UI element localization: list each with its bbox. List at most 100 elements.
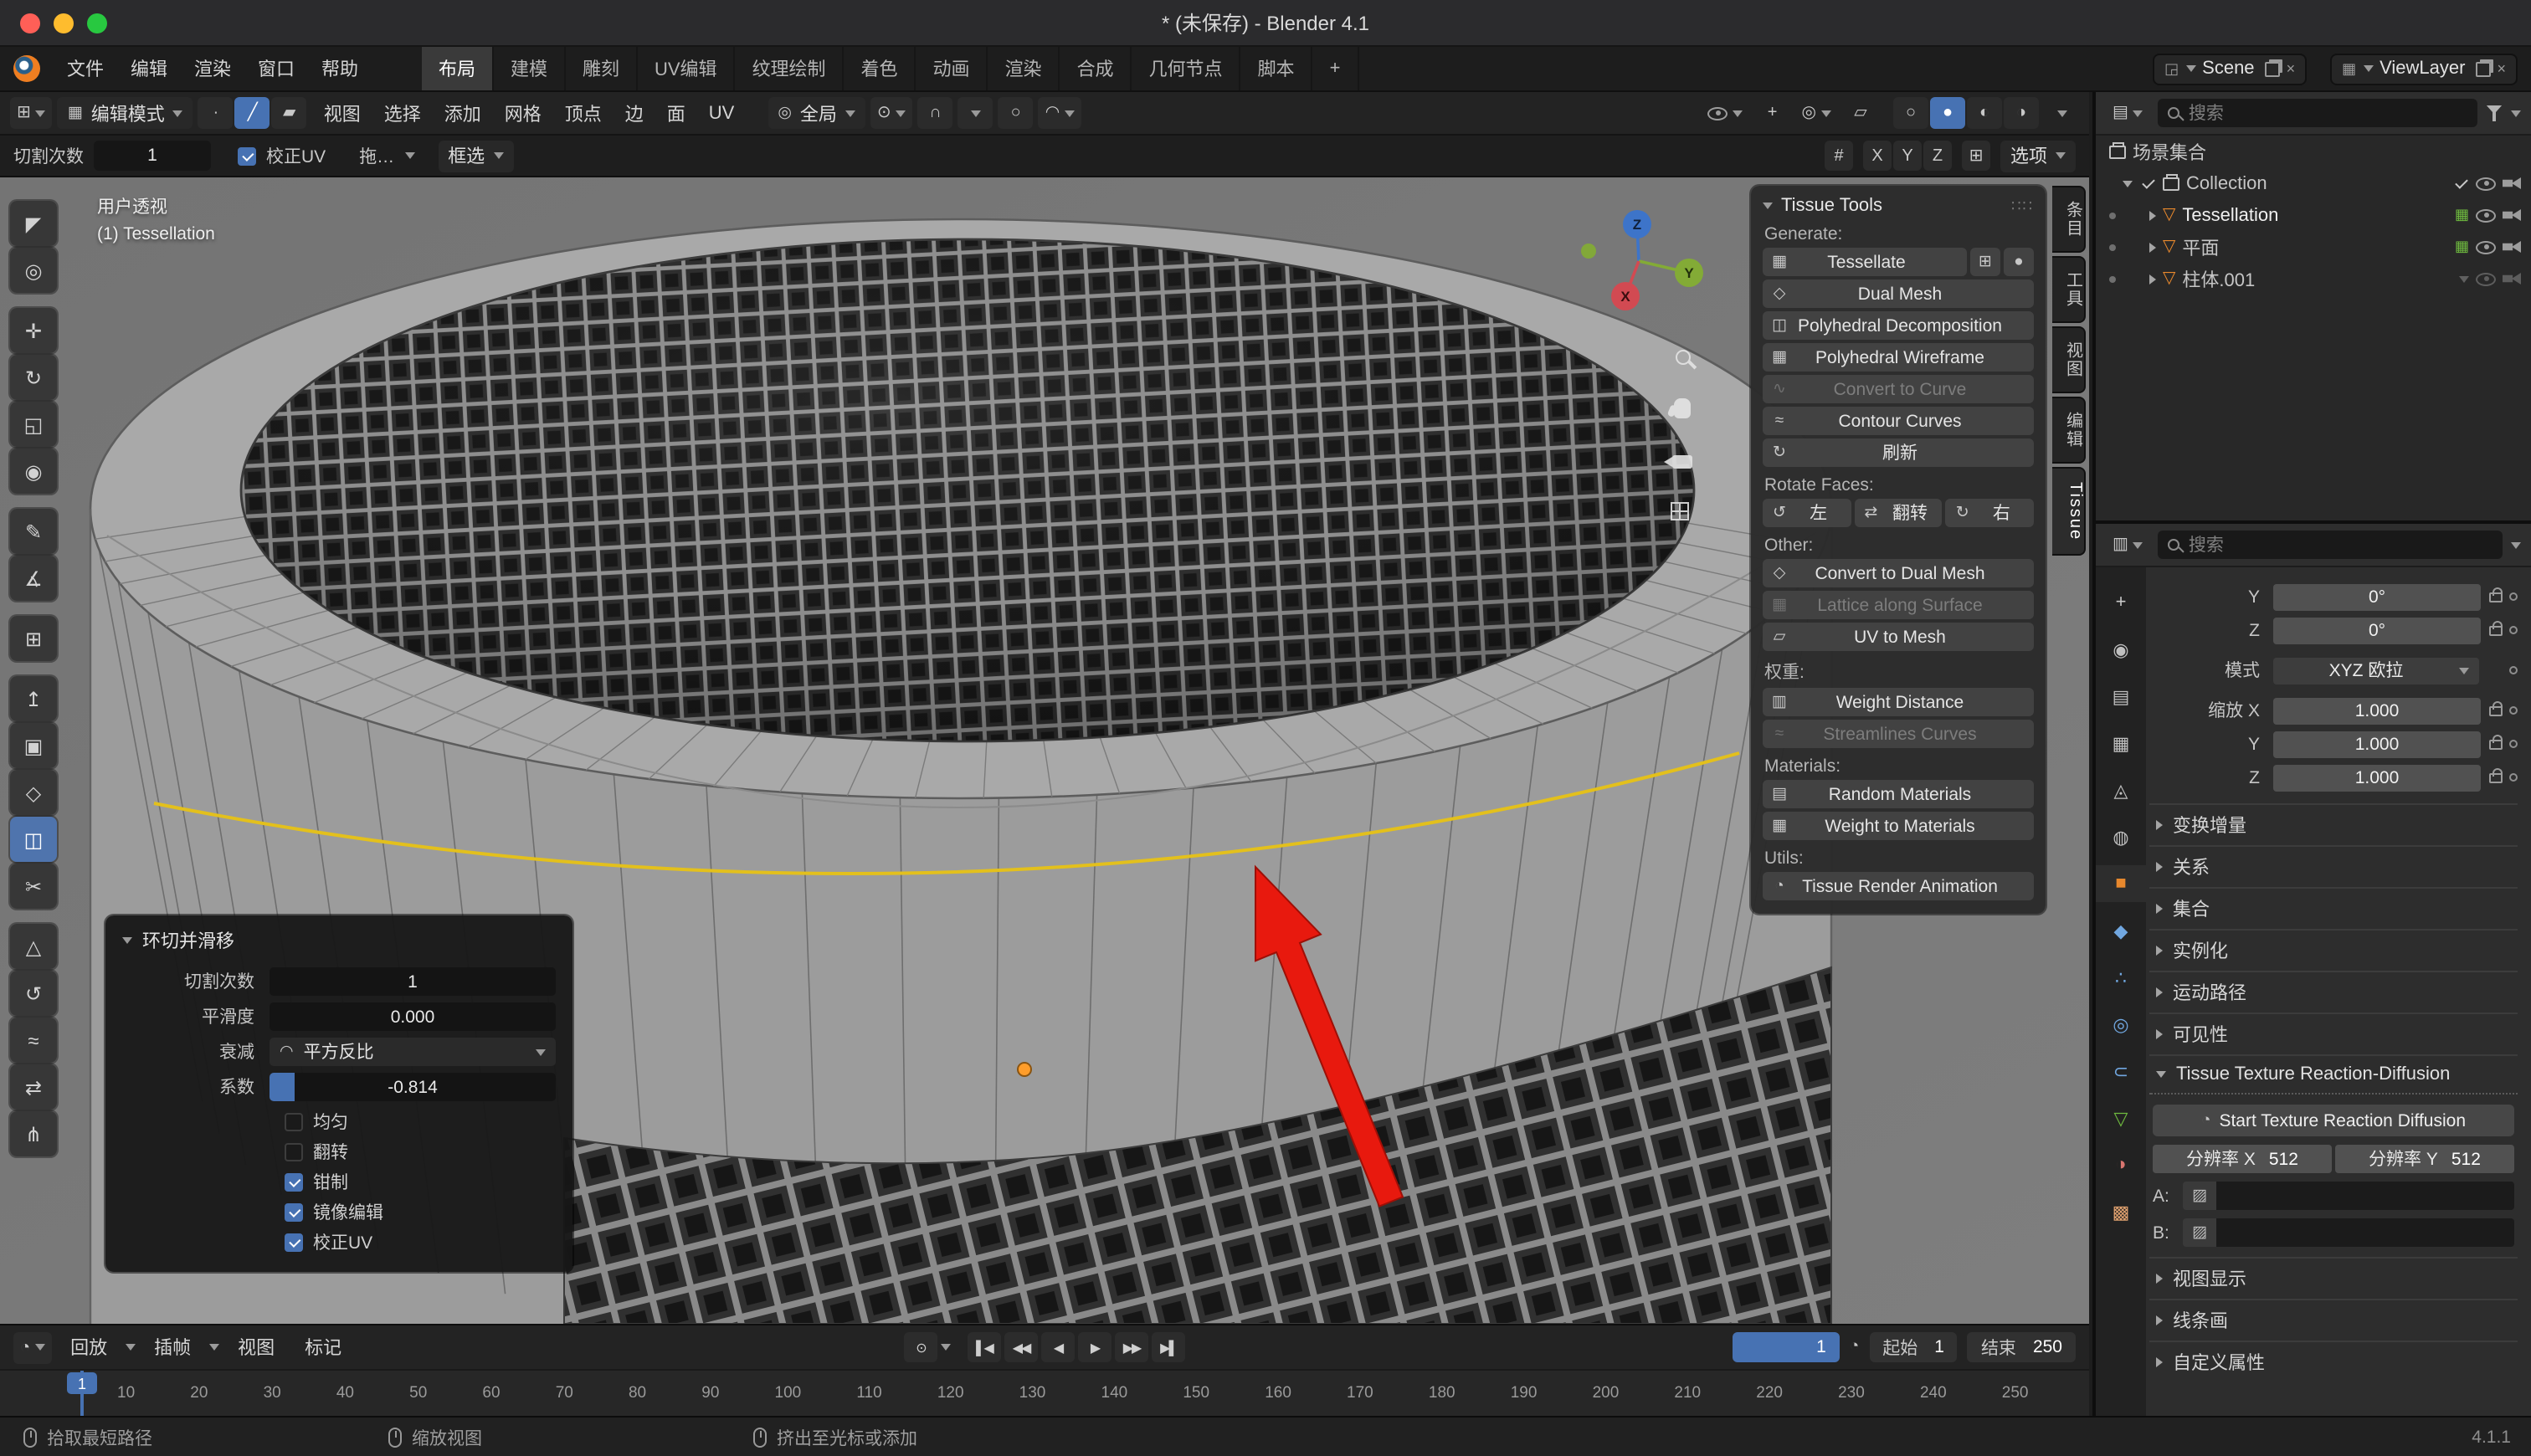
material-shading-button[interactable]: ◐ (1967, 97, 2002, 129)
timeline-ruler[interactable]: 1020304050607080901001101201301401501601… (0, 1371, 2089, 1416)
auto-keying-button[interactable]: ⊙ (904, 1332, 937, 1362)
viewlayer-selector[interactable]: ▦ ViewLayer × (2330, 53, 2518, 85)
image-b-browse-button[interactable]: ▨ (2183, 1218, 2216, 1247)
zoom-window-button[interactable] (87, 13, 107, 33)
expand-icon[interactable] (2149, 210, 2156, 220)
tool-loop-cut[interactable]: ◫ (10, 817, 57, 862)
workspace-tab-shading[interactable]: 着色 (845, 47, 916, 90)
app-menu[interactable]: 文件 (54, 50, 117, 87)
tissue-button-random-materials[interactable]: ▤ Random Materials (1763, 780, 2034, 808)
sidebar-tab-tool[interactable]: 工具 (2052, 256, 2086, 323)
tissue-button-polyhedral-decomposition[interactable]: ◫ Polyhedral Decomposition (1763, 311, 2034, 340)
viewport-menu[interactable]: 边 (613, 95, 655, 131)
mirror-axis-button[interactable]: Y (1893, 141, 1922, 171)
camera-icon[interactable] (2503, 241, 2521, 253)
tissue-button-streamlines-curves[interactable]: ≈ Streamlines Curves (1763, 720, 2034, 748)
tool-spin[interactable]: ↺ (10, 971, 57, 1016)
properties-search-input[interactable]: 搜索 (2159, 531, 2503, 559)
app-menu[interactable]: 渲染 (181, 50, 244, 87)
cuts-field[interactable]: 1 (94, 141, 211, 171)
tissue-button-convert-to-curve[interactable]: ∿ Convert to Curve (1763, 375, 2034, 403)
properties-tab-object[interactable]: ■ (2096, 865, 2146, 902)
keyframe-dot[interactable] (2509, 773, 2518, 782)
eye-icon[interactable] (2476, 208, 2496, 222)
face-select-button[interactable]: ▰ (272, 97, 307, 129)
chevron-down-icon[interactable] (2459, 275, 2469, 282)
outliner-search-input[interactable]: 搜索 (2159, 99, 2477, 127)
properties-tab-object-data[interactable]: ▽ (2096, 1100, 2146, 1136)
operator-checkbox-row-clamp[interactable]: 钳制 (285, 1166, 556, 1197)
view-menu[interactable]: 视图 (226, 1329, 286, 1366)
workspace-tab-modeling[interactable]: 建模 (494, 47, 566, 90)
tissue-panel-header[interactable]: Tissue Tools ∷∷ (1763, 196, 2034, 216)
keyframe-dot[interactable] (2509, 666, 2518, 674)
properties-tab-texture[interactable]: ▩ (2096, 1193, 2146, 1230)
tissue-button-tissue-render-animation[interactable]: ◔ Tissue Render Animation (1763, 872, 2034, 900)
tissue-button-polyhedral-wireframe[interactable]: ▦ Polyhedral Wireframe (1763, 343, 2034, 372)
tool-poly-build[interactable]: △ (10, 924, 57, 969)
show-gizmo-button[interactable]: + (1755, 97, 1790, 129)
jump-to-start-button[interactable]: ▌◀ (968, 1332, 1001, 1362)
tissue-button-refresh[interactable]: ↻ 刷新 (1763, 438, 2034, 467)
frame-start-field[interactable]: 起始1 (1869, 1332, 1958, 1362)
operator-checkbox-row-correct-uv[interactable]: 校正UV (285, 1227, 556, 1257)
tessellate-sphere-button[interactable]: ● (2004, 248, 2034, 276)
expand-icon[interactable] (2149, 274, 2156, 284)
properties-tab-particles[interactable]: ∴ (2096, 959, 2146, 996)
mirror-axis-button[interactable]: Z (1923, 141, 1952, 171)
image-b-field[interactable] (2216, 1218, 2514, 1247)
tool-inset-faces[interactable]: ▣ (10, 723, 57, 768)
tissue-button-weight-distance[interactable]: ▥ Weight Distance (1763, 688, 2034, 716)
operator-checkbox-row-mirror-editing[interactable]: 镜像编辑 (285, 1197, 556, 1227)
properties-tab-output[interactable]: ▤ (2096, 678, 2146, 715)
filter-icon[interactable] (2486, 105, 2503, 121)
modifier-icon[interactable]: ▦ (2455, 239, 2469, 254)
mode-selector[interactable]: ▦ 编辑模式 (58, 97, 193, 129)
tool-cursor[interactable]: ◎ (10, 248, 57, 293)
viewport-3d[interactable]: Z Y X 用户透视 (1) Tessellation ◤◎✛↻◱◉✎∡⊞↥▣◇… (0, 177, 2089, 1324)
smoothness-field[interactable]: 0.000 (270, 1002, 556, 1031)
tissue-button-rotate-flip[interactable]: ⇄ 翻转 (1854, 499, 1942, 527)
operator-checkbox-row-flipped[interactable]: 翻转 (285, 1136, 556, 1166)
workspace-tab-compositing[interactable]: 合成 (1060, 47, 1132, 90)
properties-section[interactable]: 可见性 (2149, 1013, 2518, 1054)
snap-extra-button[interactable]: ⊞ (1962, 141, 1990, 171)
properties-tab-tool[interactable]: + (2096, 584, 2146, 621)
expand-icon[interactable] (2149, 242, 2156, 252)
scale-z-field[interactable]: 1.000 (2273, 764, 2481, 791)
workspace-tab-rendering[interactable]: 渲染 (988, 47, 1060, 90)
properties-section[interactable]: 线条画 (2149, 1299, 2518, 1341)
rd-panel-header[interactable]: Tissue Texture Reaction-Diffusion (2149, 1054, 2518, 1095)
workspace-tab-layout[interactable]: 布局 (422, 47, 494, 90)
show-hide-button[interactable] (1702, 97, 1750, 129)
pivot-point-button[interactable]: ⊙ (870, 97, 913, 129)
tool-knife[interactable]: ✂ (10, 864, 57, 909)
keying-menu[interactable]: 插帧 (142, 1329, 203, 1366)
playback-menu[interactable]: 回放 (59, 1329, 119, 1366)
viewport-menu[interactable]: 网格 (493, 95, 553, 131)
vertex-select-button[interactable]: ∙ (198, 97, 234, 129)
tessellate-button[interactable]: ▦ Tessellate (1763, 248, 1967, 276)
proportional-edit-button[interactable]: ○ (999, 97, 1034, 129)
workspace-tab-texture-paint[interactable]: 纹理绘制 (736, 47, 845, 90)
scale-y-field[interactable]: 1.000 (2273, 731, 2481, 757)
tissue-button-contour-curves[interactable]: ≈ Contour Curves (1763, 407, 2034, 435)
tool-tweak[interactable]: ◤ (10, 201, 57, 246)
keyframe-dot[interactable] (2509, 706, 2518, 715)
tool-bevel[interactable]: ◇ (10, 770, 57, 815)
app-menu[interactable]: 编辑 (117, 50, 181, 87)
workspace-tab-animation[interactable]: 动画 (916, 47, 988, 90)
proportional-falloff-button[interactable]: ◠ (1039, 97, 1081, 129)
prev-keyframe-button[interactable]: ◀◀ (1004, 1332, 1038, 1362)
properties-tab-physics[interactable]: ◎ (2096, 1006, 2146, 1043)
tool-annotate[interactable]: ✎ (10, 509, 57, 554)
correct-uv-checkbox[interactable] (238, 146, 256, 165)
outliner-row-collection[interactable]: Collection (2096, 167, 2531, 199)
tissue-button-rotate-right[interactable]: ↻ 右 (1946, 499, 2034, 527)
overlays-button[interactable]: ◎ (1795, 97, 1838, 129)
rendered-shading-button[interactable]: ◑ (2004, 97, 2039, 129)
current-frame-field[interactable]: 1 (1733, 1332, 1840, 1362)
properties-tab-world[interactable]: ◍ (2096, 818, 2146, 855)
properties-section[interactable]: 关系 (2149, 845, 2518, 887)
expand-icon[interactable] (2123, 180, 2133, 187)
